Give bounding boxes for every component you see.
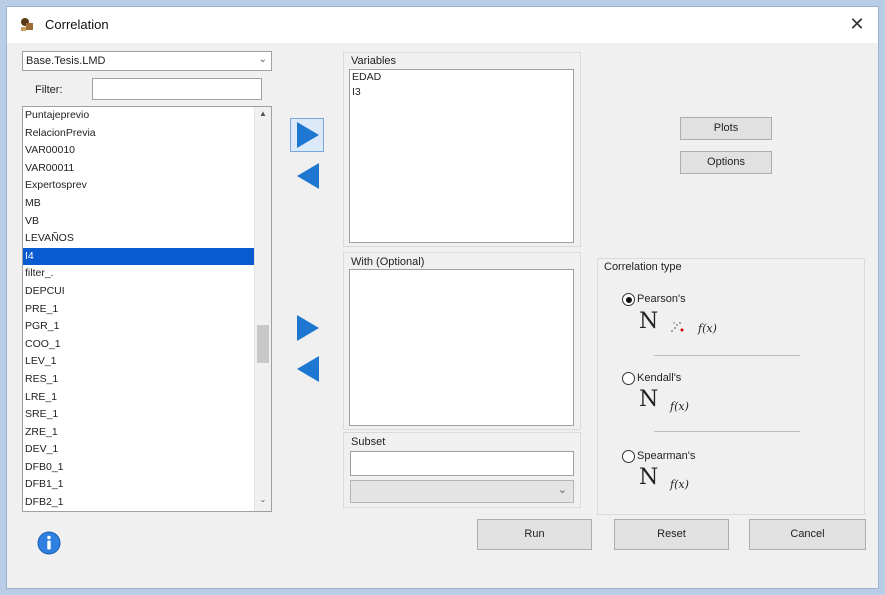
variables-list[interactable]: EDAD I3 <box>349 69 574 243</box>
list-item[interactable]: EDAD <box>350 70 573 85</box>
list-item[interactable]: DFB2_1 <box>23 494 271 511</box>
window-title: Correlation <box>45 17 109 32</box>
cancel-button[interactable]: Cancel <box>749 519 866 550</box>
list-item[interactable]: VB <box>23 213 271 231</box>
dataset-combo[interactable]: Base.Tesis.LMD ⌄ <box>22 51 272 71</box>
source-items: Puntajeprevio RelacionPrevia VAR00010 VAR00… <box>23 107 271 511</box>
correlation-type-group: Correlation type Pearson's N f(x) Kendal… <box>597 258 865 515</box>
list-item[interactable]: LEV_1 <box>23 353 271 371</box>
spearman-n-symbol: N <box>639 465 659 490</box>
source-variable-list[interactable]: Puntajeprevio RelacionPrevia VAR00010 VAR00… <box>22 106 272 512</box>
title-bar: Correlation ✕ <box>7 7 878 43</box>
move-to-with-button[interactable] <box>291 312 323 344</box>
variables-label: Variables <box>351 55 397 67</box>
filter-label: Filter: <box>35 84 63 96</box>
spearman-label: Spearman's <box>637 450 696 462</box>
list-item[interactable]: RelacionPrevia <box>23 125 271 143</box>
run-button[interactable]: Run <box>477 519 592 550</box>
spearman-f-symbol: f(x) <box>670 478 689 491</box>
subset-label: Subset <box>351 436 386 448</box>
move-to-variables-button[interactable] <box>290 118 324 152</box>
list-item[interactable]: DFB0_1 <box>23 459 271 477</box>
subset-group: Subset ⌄ <box>343 432 581 508</box>
app-icon <box>21 18 33 31</box>
list-item[interactable]: LEVAÑOS <box>23 230 271 248</box>
list-item[interactable]: filter_. <box>23 265 271 283</box>
options-button[interactable]: Options <box>680 151 772 174</box>
list-item[interactable]: PRE_1 <box>23 301 271 319</box>
pearson-label: Pearson's <box>637 293 686 305</box>
list-item[interactable]: DEV_1 <box>23 441 271 459</box>
list-item[interactable]: PGR_1 <box>23 318 271 336</box>
dataset-value: Base.Tesis.LMD <box>26 55 106 67</box>
variables-items: EDAD I3 <box>350 70 573 100</box>
with-label: With (Optional) <box>351 256 425 268</box>
list-item[interactable]: I4 <box>23 247 271 266</box>
kendall-f-symbol: f(x) <box>670 400 689 413</box>
pearson-f-symbol: f(x) <box>698 322 717 335</box>
info-icon[interactable] <box>37 531 61 555</box>
scroll-thumb[interactable] <box>257 325 269 363</box>
subset-input[interactable] <box>350 451 574 476</box>
filter-input[interactable] <box>92 78 262 100</box>
scroll-up-icon[interactable]: ▲ <box>255 109 271 123</box>
with-group: With (Optional) <box>343 252 581 430</box>
remove-from-variables-button[interactable] <box>291 160 323 192</box>
list-item[interactable]: Expertosprev <box>23 177 271 195</box>
variables-group: Variables EDAD I3 <box>343 52 581 247</box>
list-item[interactable]: Puntajeprevio <box>23 107 271 125</box>
list-item[interactable]: MB <box>23 195 271 213</box>
kendall-n-symbol: N <box>639 387 659 412</box>
kendall-label: Kendall's <box>637 372 682 384</box>
with-list[interactable] <box>349 269 574 426</box>
chevron-down-icon: ⌄ <box>557 484 567 496</box>
list-item[interactable]: VAR00010 <box>23 142 271 160</box>
list-item[interactable]: LRE_1 <box>23 389 271 407</box>
list-item[interactable]: ZRE_1 <box>23 424 271 442</box>
divider <box>654 355 800 356</box>
list-item[interactable]: DFB1_1 <box>23 476 271 494</box>
list-item[interactable]: DEPCUI <box>23 283 271 301</box>
list-item[interactable]: COO_1 <box>23 336 271 354</box>
list-item[interactable]: SRE_1 <box>23 406 271 424</box>
scroll-down-icon[interactable]: ⌄ <box>255 495 271 509</box>
kendall-radio[interactable] <box>622 372 635 385</box>
remove-from-with-button[interactable] <box>291 353 323 385</box>
correlation-dialog: Correlation ✕ Base.Tesis.LMD ⌄ Filter: P… <box>6 6 879 589</box>
plots-button[interactable]: Plots <box>680 117 772 140</box>
pearson-radio[interactable] <box>622 293 635 306</box>
reset-button[interactable]: Reset <box>614 519 729 550</box>
list-item[interactable]: I3 <box>350 85 573 100</box>
correlation-type-label: Correlation type <box>604 261 682 273</box>
arrow-right-icon <box>297 122 319 148</box>
pearson-n-symbol: N <box>639 309 659 334</box>
close-button[interactable]: ✕ <box>846 13 868 35</box>
list-scrollbar[interactable]: ▲ ⌄ <box>254 107 271 511</box>
chevron-down-icon: ⌄ <box>258 54 267 65</box>
divider <box>654 431 800 432</box>
list-item[interactable]: VAR00011 <box>23 160 271 178</box>
scatter-icon <box>671 322 684 332</box>
subset-select[interactable]: ⌄ <box>350 480 574 503</box>
list-item[interactable]: RES_1 <box>23 371 271 389</box>
spearman-radio[interactable] <box>622 450 635 463</box>
